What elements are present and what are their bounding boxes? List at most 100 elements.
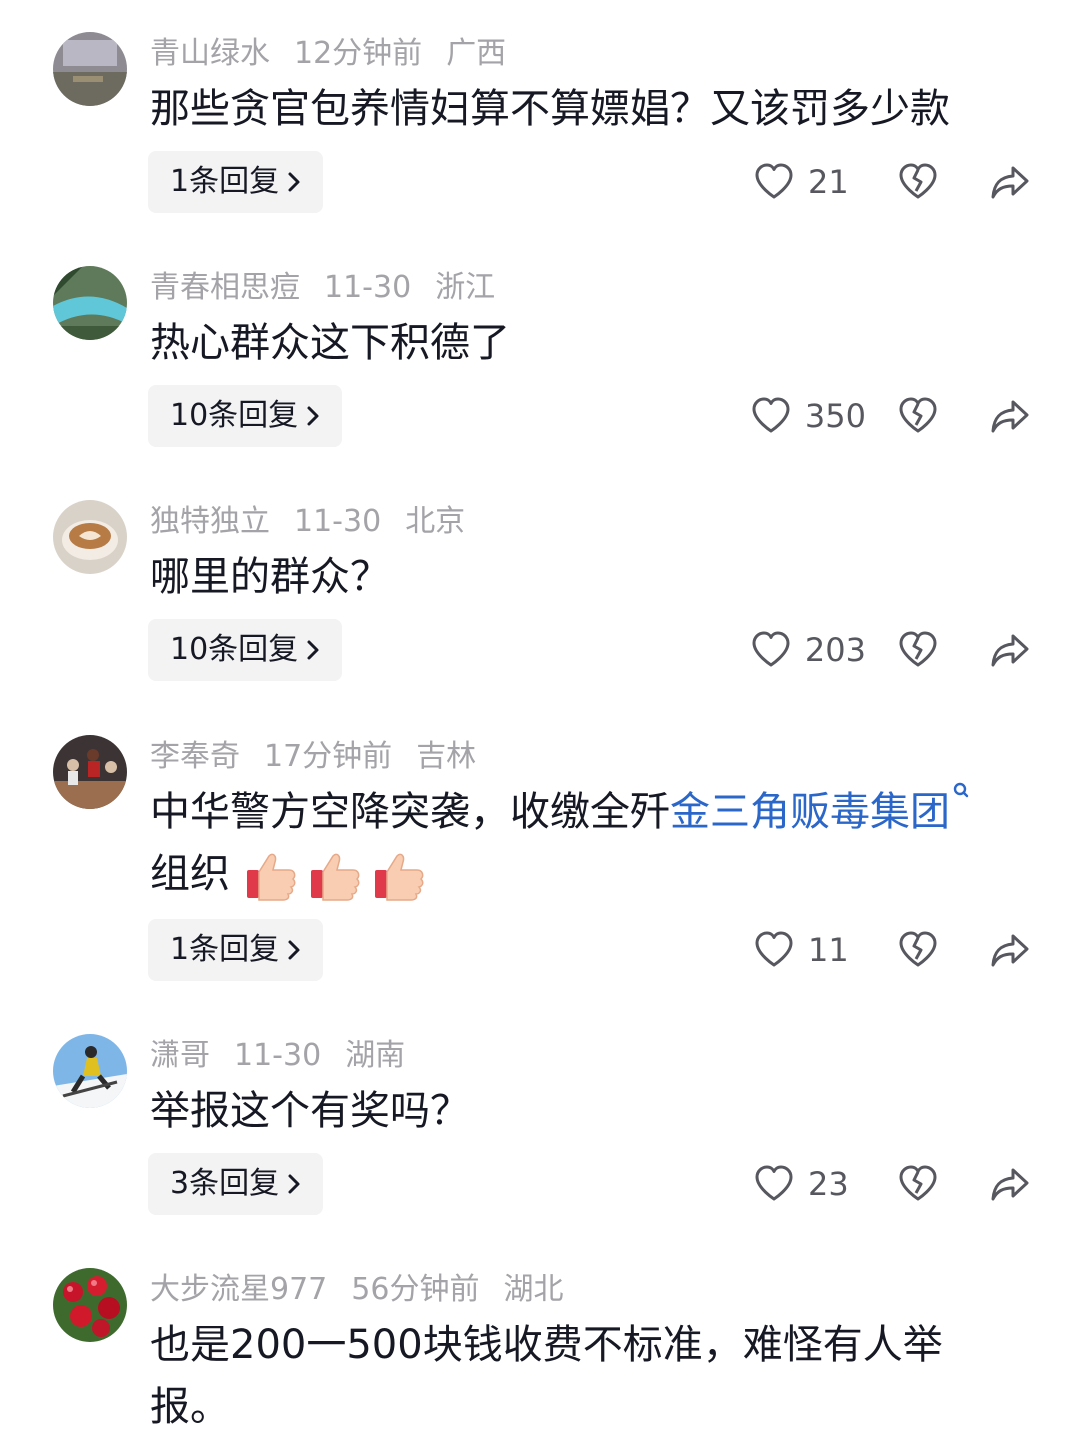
like-button[interactable]: 350 [751, 397, 866, 435]
view-replies-button[interactable]: 10条回复 [148, 619, 343, 681]
comment-actions: 350 [751, 385, 1030, 447]
timestamp: 11-30 [294, 504, 382, 539]
heart-outline-icon [755, 1165, 793, 1201]
search-topic-link-text: 金三角贩毒集团 [670, 789, 950, 835]
share-arrow-icon [991, 1168, 1029, 1201]
comment-text-line: 哪里的群众？ [150, 554, 390, 600]
like-count: 350 [804, 397, 866, 435]
username[interactable]: 青春相思痘 [150, 270, 300, 305]
share-button[interactable] [990, 164, 1030, 200]
share-button[interactable] [990, 932, 1030, 968]
search-topic-link[interactable]: 金三角贩毒集团 [670, 782, 970, 835]
comment-actions: 23 [754, 1153, 1030, 1215]
comment-text-line: 也是200一500块钱收费不标准，难怪有人举 [150, 1322, 943, 1368]
comment-text: 举报这个有奖吗？ [150, 1080, 1030, 1142]
replies-label: 10条回复 [170, 398, 299, 433]
replies-label: 3条回复 [170, 1166, 280, 1201]
comment-text: 哪里的群众？ [150, 546, 1030, 608]
share-arrow-icon [991, 634, 1029, 667]
like-button[interactable]: 23 [754, 1165, 866, 1203]
location: 湖北 [503, 1272, 564, 1307]
avatar[interactable] [53, 500, 127, 574]
broken-heart-icon [899, 397, 937, 433]
search-icon [953, 782, 969, 798]
thumbs-up-emoji [310, 853, 360, 901]
like-button[interactable]: 21 [754, 163, 866, 201]
avatar[interactable] [53, 32, 127, 106]
heart-outline-icon [755, 163, 793, 199]
comment-actions: 203 [751, 619, 1030, 681]
share-arrow-icon [991, 400, 1029, 433]
heart-outline-icon [752, 631, 790, 667]
comment-actions: 11 [754, 919, 1030, 981]
heart-outline-icon [755, 931, 793, 967]
location: 吉林 [416, 739, 477, 774]
chevron-right-icon [307, 640, 319, 660]
username[interactable]: 潇哥 [150, 1038, 210, 1073]
like-button[interactable]: 11 [754, 931, 866, 969]
share-arrow-icon [991, 166, 1029, 199]
thumbs-up-emoji [374, 853, 424, 901]
like-count: 11 [808, 931, 849, 969]
avatar[interactable] [53, 266, 127, 340]
view-replies-button[interactable]: 10条回复 [148, 385, 343, 447]
comment-text: 那些贪官包养情妇算不算嫖娼？又该罚多少款 [150, 78, 1030, 140]
view-replies-button[interactable]: 1条回复 [148, 919, 324, 981]
comment-text-line: 组织 [150, 843, 1030, 905]
share-arrow-icon [991, 934, 1029, 967]
timestamp: 17分钟前 [264, 739, 393, 774]
comment-text: 中华警方空降突袭，收缴全歼金三角贩毒集团 组织 [150, 781, 1030, 905]
location: 广西 [446, 36, 507, 71]
share-button[interactable] [990, 1166, 1030, 1202]
broken-heart-icon [899, 931, 937, 967]
like-count: 21 [808, 163, 849, 201]
username[interactable]: 大步流星977 [150, 1272, 327, 1307]
location: 湖南 [345, 1038, 406, 1073]
replies-label: 1条回复 [170, 164, 280, 199]
avatar[interactable] [53, 1034, 127, 1108]
like-count: 203 [804, 631, 866, 669]
replies-label: 10条回复 [170, 632, 299, 667]
broken-heart-icon [899, 1165, 937, 1201]
comment-text: 热心群众这下积德了 [150, 312, 1030, 374]
thumbs-up-emoji [246, 853, 296, 901]
comment-text-line: 报。 [150, 1384, 230, 1430]
timestamp: 11-30 [324, 270, 412, 305]
comment-text-suffix: 组织 [150, 851, 230, 897]
username[interactable]: 李奉奇 [150, 739, 240, 774]
username[interactable]: 独特独立 [150, 504, 270, 539]
view-replies-button[interactable]: 3条回复 [148, 1153, 324, 1215]
dislike-button[interactable] [898, 397, 938, 435]
avatar[interactable] [53, 1268, 127, 1342]
comment-meta: 大步流星977 56分钟前 湖北 [150, 1270, 587, 1310]
comment-text-line: 中华警方空降突袭，收缴全歼金三角贩毒集团 [150, 781, 1030, 843]
share-button[interactable] [990, 632, 1030, 668]
share-button[interactable] [990, 398, 1030, 434]
comment-meta: 独特独立 11-30 北京 [150, 502, 489, 542]
broken-heart-icon [899, 163, 937, 199]
like-count: 23 [808, 1165, 849, 1203]
dislike-button[interactable] [898, 931, 938, 969]
dislike-button[interactable] [898, 1165, 938, 1203]
timestamp: 12分钟前 [294, 36, 423, 71]
comment-text-prefix: 中华警方空降突袭，收缴全歼 [150, 789, 670, 835]
username[interactable]: 青山绿水 [150, 36, 270, 71]
chevron-right-icon [288, 172, 300, 192]
comment-actions: 21 [754, 151, 1030, 213]
comment-text-line: 那些贪官包养情妇算不算嫖娼？又该罚多少款 [150, 86, 950, 132]
like-button[interactable]: 203 [751, 631, 866, 669]
broken-heart-icon [899, 631, 937, 667]
avatar[interactable] [53, 735, 127, 809]
location: 浙江 [435, 270, 496, 305]
chevron-right-icon [288, 1174, 300, 1194]
comment-meta: 李奉奇 17分钟前 吉林 [150, 737, 500, 777]
comment-text-line: 举报这个有奖吗？ [150, 1088, 470, 1134]
chevron-right-icon [288, 940, 300, 960]
replies-label: 1条回复 [170, 932, 280, 967]
view-replies-button[interactable]: 1条回复 [148, 151, 324, 213]
heart-outline-icon [752, 397, 790, 433]
comment-meta: 青春相思痘 11-30 浙江 [150, 268, 519, 308]
comment-text-line: 热心群众这下积德了 [150, 320, 510, 366]
dislike-button[interactable] [898, 631, 938, 669]
dislike-button[interactable] [898, 163, 938, 201]
